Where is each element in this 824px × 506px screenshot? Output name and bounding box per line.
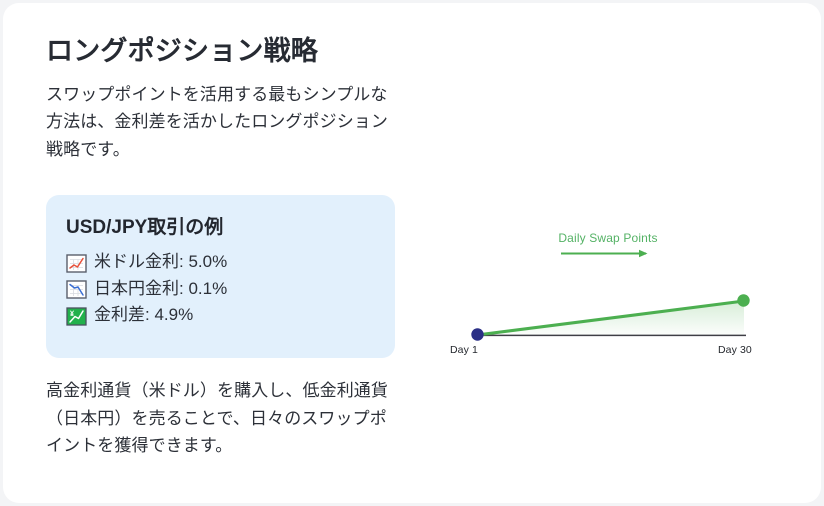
- rate-list: 米ドル金利: 5.0% 日本円金利: 0.1% 金利差: 4.9%: [66, 249, 375, 330]
- text-column: ロングポジション戦略 スワップポイントを活用する最もシンプルな方法は、金利差を活…: [46, 35, 396, 164]
- example-card-title: USD/JPY取引の例: [66, 217, 224, 238]
- page-panel: ロングポジション戦略 スワップポイントを活用する最もシンプルな方法は、金利差を活…: [3, 3, 821, 503]
- list-item: 日本円金利: 0.1%: [66, 276, 375, 303]
- rate-item-label: 金利差: 4.9%: [94, 305, 194, 325]
- swap-points-chart: Daily Swap Points Day 1 Day 30: [433, 213, 783, 373]
- rate-item-label: 日本円金利: 0.1%: [94, 278, 228, 298]
- chart-point-start: [471, 328, 484, 341]
- page-title: ロングポジション戦略: [46, 36, 318, 66]
- rate-item-label: 米ドル金利: 5.0%: [94, 251, 228, 271]
- axis-label-day-30: Day 30: [718, 344, 752, 356]
- chart-increasing-icon: [66, 253, 87, 273]
- list-item: 金利差: 4.9%: [66, 302, 375, 329]
- chart-annotation-label: Daily Swap Points: [558, 231, 658, 245]
- outro-paragraph: 高金利通貨（米ドル）を購入し、低金利通貨（日本円）を売ることで、日々のスワップポ…: [46, 381, 388, 456]
- axis-label-day-1: Day 1: [450, 344, 478, 356]
- chart-point-end: [737, 294, 750, 307]
- list-item: 米ドル金利: 5.0%: [66, 249, 375, 276]
- content-columns: ロングポジション戦略 スワップポイントを活用する最もシンプルな方法は、金利差を活…: [3, 3, 821, 503]
- chart-decreasing-icon: [66, 280, 87, 300]
- intro-paragraph: スワップポイントを活用する最もシンプルな方法は、金利差を活かしたロングポジション…: [46, 84, 388, 159]
- chart-increasing-yen-icon: [66, 307, 87, 326]
- usdjpy-example-card: USD/JPY取引の例 米ドル金利: 5.0% 日本円金利: 0.1% 金利差:…: [46, 195, 395, 358]
